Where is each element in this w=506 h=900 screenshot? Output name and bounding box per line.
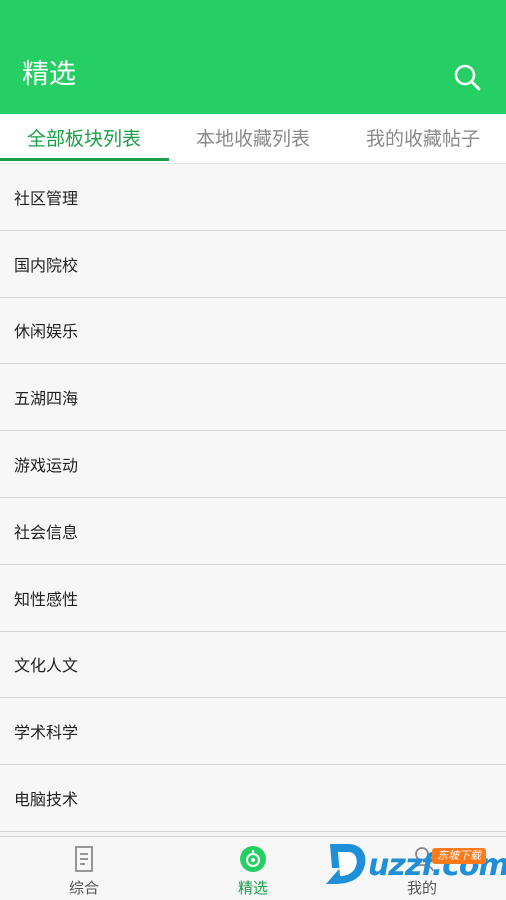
watermark-logo: uzzf.com 东坡下载: [320, 836, 506, 892]
board-item[interactable]: 知性感性: [0, 564, 506, 632]
nav-label: 精选: [237, 879, 268, 897]
page-title: 精选: [22, 59, 76, 90]
nav-item-featured[interactable]: 精选: [169, 837, 337, 900]
search-icon: [454, 64, 481, 91]
board-item[interactable]: 社会信息: [0, 497, 506, 565]
board-item-label: 五湖四海: [14, 389, 79, 409]
nav-label: 综合: [68, 879, 99, 897]
board-item-label: 电脑技术: [14, 790, 79, 810]
board-item-label: 知性感性: [14, 589, 79, 609]
board-item-label: 游戏运动: [14, 456, 79, 476]
board-item[interactable]: 休闲娱乐: [0, 297, 506, 365]
watermark-badge: 东坡下载: [432, 848, 486, 864]
board-item-label: 国内院校: [14, 255, 79, 275]
document-icon: [70, 845, 98, 873]
board-item-label: 休闲娱乐: [14, 322, 79, 342]
board-item[interactable]: 五湖四海: [0, 364, 506, 432]
board-item[interactable]: 电脑技术: [0, 765, 506, 832]
nav-item-overview[interactable]: 综合: [0, 837, 168, 900]
board-item[interactable]: 文化人文: [0, 631, 506, 699]
board-item-label: 文化人文: [14, 656, 79, 676]
board-list: 社区管理 国内院校 休闲娱乐 五湖四海 游戏运动 社会信息 知性感性 文化人文 …: [0, 164, 506, 832]
tab-my-favorite-posts[interactable]: 我的收藏帖子: [338, 114, 506, 164]
tab-bar: 全部板块列表 本地收藏列表 我的收藏帖子: [0, 114, 506, 164]
app-header: 精选: [0, 0, 506, 114]
watermark-d-icon: [326, 844, 366, 884]
board-item[interactable]: 国内院校: [0, 230, 506, 298]
tab-local-favorites[interactable]: 本地收藏列表: [168, 114, 338, 164]
active-tab-indicator: [0, 158, 169, 161]
board-item[interactable]: 社区管理: [0, 164, 506, 231]
board-item-label: 社会信息: [14, 522, 79, 542]
board-item[interactable]: 学术科学: [0, 698, 506, 766]
board-item-label: 社区管理: [14, 188, 79, 208]
tab-all-boards[interactable]: 全部板块列表: [0, 114, 168, 164]
board-item[interactable]: 游戏运动: [0, 431, 506, 498]
board-item-label: 学术科学: [14, 723, 79, 743]
compass-icon: [239, 845, 267, 873]
search-button[interactable]: [448, 58, 486, 96]
